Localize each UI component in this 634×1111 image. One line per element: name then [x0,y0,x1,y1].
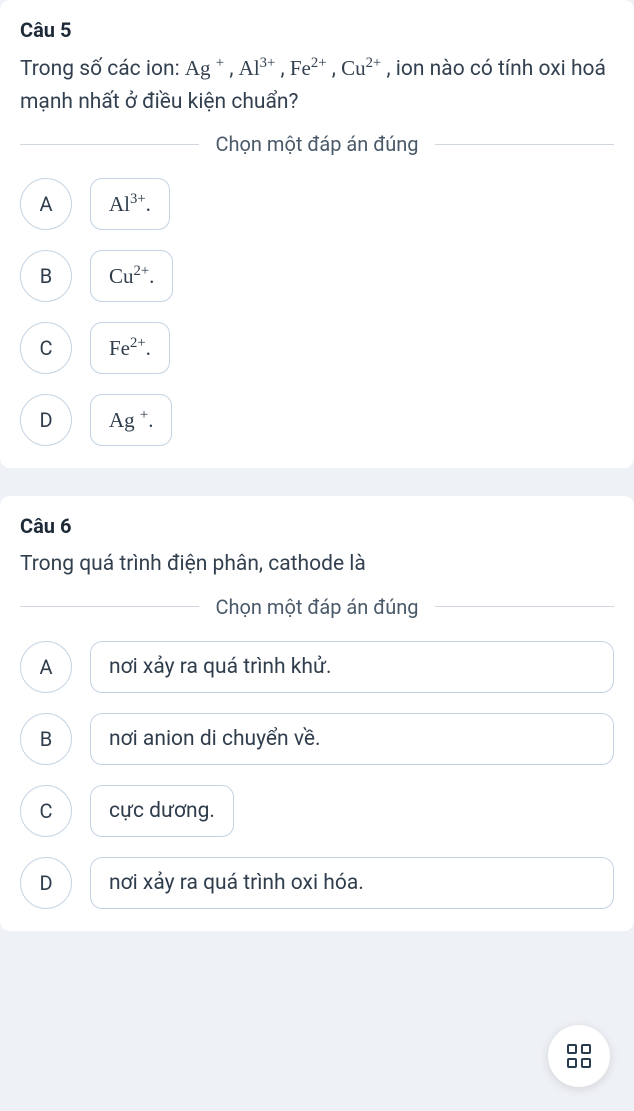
ion-1: Ag + [185,56,224,80]
choose-prompt: Chọn một đáp án đúng [20,595,614,619]
option-answer[interactable]: nơi anion di chuyển về. [90,713,614,765]
ion-2: Al3+ [239,56,276,80]
option-a[interactable]: A nơi xảy ra quá trình khử. [20,641,614,693]
option-b[interactable]: B nơi anion di chuyển về. [20,713,614,765]
ion-3: Fe2+ [290,56,327,80]
option-answer[interactable]: cực dương. [90,785,234,837]
question-5-stem: Trong số các ion: Ag + , Al3+ , Fe2+ , C… [20,52,614,118]
option-letter[interactable]: A [20,178,72,230]
option-b[interactable]: B Cu2+. [20,250,614,302]
option-d[interactable]: D Ag +. [20,394,614,446]
stem-prefix: Trong số các ion: [20,57,185,81]
option-letter[interactable]: D [20,394,72,446]
option-letter[interactable]: C [20,785,72,837]
option-d[interactable]: D nơi xảy ra quá trình oxi hóa. [20,857,614,909]
question-6-options: A nơi xảy ra quá trình khử. B nơi anion … [20,641,614,909]
choose-prompt: Chọn một đáp án đúng [20,132,614,156]
question-5-title: Câu 5 [20,18,614,42]
question-5-options: A Al3+. B Cu2+. C Fe2+. D Ag +. [20,178,614,446]
option-letter[interactable]: B [20,713,72,765]
ion-4: Cu2+ [341,56,381,80]
option-letter[interactable]: B [20,250,72,302]
grid-menu-button[interactable] [548,1025,610,1087]
question-6-stem: Trong quá trình điện phân, cathode là [20,548,614,581]
choose-prompt-label: Chọn một đáp án đúng [199,595,434,619]
option-c[interactable]: C Fe2+. [20,322,614,374]
option-c[interactable]: C cực dương. [20,785,614,837]
option-answer[interactable]: Al3+. [90,178,170,230]
choose-prompt-label: Chọn một đáp án đúng [199,132,434,156]
question-6-title: Câu 6 [20,514,614,538]
option-answer[interactable]: Fe2+. [90,322,170,374]
option-answer[interactable]: Cu2+. [90,250,173,302]
option-letter[interactable]: D [20,857,72,909]
option-answer[interactable]: Ag +. [90,394,172,446]
option-answer[interactable]: nơi xảy ra quá trình oxi hóa. [90,857,614,909]
option-letter[interactable]: A [20,641,72,693]
option-a[interactable]: A Al3+. [20,178,614,230]
question-6-card: Câu 6 Trong quá trình điện phân, cathode… [0,496,634,931]
grid-icon [567,1044,591,1068]
question-5-card: Câu 5 Trong số các ion: Ag + , Al3+ , Fe… [0,0,634,468]
option-answer[interactable]: nơi xảy ra quá trình khử. [90,641,614,693]
option-letter[interactable]: C [20,322,72,374]
